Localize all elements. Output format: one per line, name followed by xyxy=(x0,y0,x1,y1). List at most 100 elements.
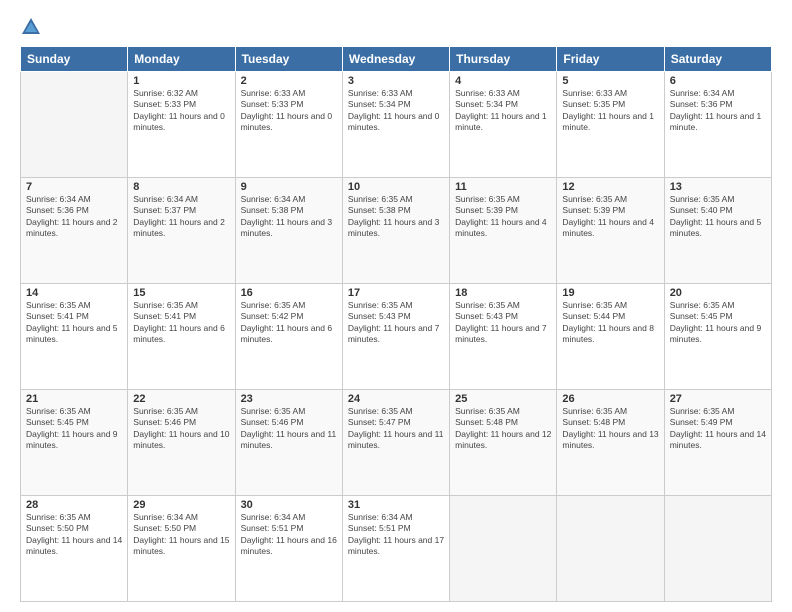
day-detail: Sunrise: 6:34 AMSunset: 5:51 PMDaylight:… xyxy=(241,512,337,558)
day-detail: Sunrise: 6:35 AMSunset: 5:47 PMDaylight:… xyxy=(348,406,444,452)
calendar-cell: 16Sunrise: 6:35 AMSunset: 5:42 PMDayligh… xyxy=(235,284,342,390)
calendar-cell: 3Sunrise: 6:33 AMSunset: 5:34 PMDaylight… xyxy=(342,72,449,178)
calendar-cell: 23Sunrise: 6:35 AMSunset: 5:46 PMDayligh… xyxy=(235,390,342,496)
calendar-cell: 15Sunrise: 6:35 AMSunset: 5:41 PMDayligh… xyxy=(128,284,235,390)
header-day: Sunday xyxy=(21,47,128,72)
day-detail: Sunrise: 6:35 AMSunset: 5:48 PMDaylight:… xyxy=(455,406,551,452)
day-number: 21 xyxy=(26,393,122,405)
calendar-cell: 30Sunrise: 6:34 AMSunset: 5:51 PMDayligh… xyxy=(235,496,342,602)
day-number: 20 xyxy=(670,287,766,299)
header xyxy=(20,16,772,38)
header-day: Saturday xyxy=(664,47,771,72)
day-number: 10 xyxy=(348,181,444,193)
calendar-cell xyxy=(21,72,128,178)
day-number: 2 xyxy=(241,75,337,87)
week-row: 28Sunrise: 6:35 AMSunset: 5:50 PMDayligh… xyxy=(21,496,772,602)
logo-icon xyxy=(20,16,42,38)
day-detail: Sunrise: 6:35 AMSunset: 5:41 PMDaylight:… xyxy=(26,300,122,346)
day-detail: Sunrise: 6:35 AMSunset: 5:41 PMDaylight:… xyxy=(133,300,229,346)
week-row: 1Sunrise: 6:32 AMSunset: 5:33 PMDaylight… xyxy=(21,72,772,178)
calendar-cell: 2Sunrise: 6:33 AMSunset: 5:33 PMDaylight… xyxy=(235,72,342,178)
day-number: 4 xyxy=(455,75,551,87)
day-detail: Sunrise: 6:35 AMSunset: 5:39 PMDaylight:… xyxy=(455,194,551,240)
day-detail: Sunrise: 6:35 AMSunset: 5:48 PMDaylight:… xyxy=(562,406,658,452)
calendar-cell: 29Sunrise: 6:34 AMSunset: 5:50 PMDayligh… xyxy=(128,496,235,602)
day-detail: Sunrise: 6:33 AMSunset: 5:33 PMDaylight:… xyxy=(241,88,337,134)
page: SundayMondayTuesdayWednesdayThursdayFrid… xyxy=(0,0,792,612)
day-detail: Sunrise: 6:35 AMSunset: 5:38 PMDaylight:… xyxy=(348,194,444,240)
week-row: 7Sunrise: 6:34 AMSunset: 5:36 PMDaylight… xyxy=(21,178,772,284)
day-number: 9 xyxy=(241,181,337,193)
calendar-table: SundayMondayTuesdayWednesdayThursdayFrid… xyxy=(20,46,772,602)
day-number: 17 xyxy=(348,287,444,299)
calendar-cell: 25Sunrise: 6:35 AMSunset: 5:48 PMDayligh… xyxy=(450,390,557,496)
calendar-cell: 24Sunrise: 6:35 AMSunset: 5:47 PMDayligh… xyxy=(342,390,449,496)
calendar-cell: 20Sunrise: 6:35 AMSunset: 5:45 PMDayligh… xyxy=(664,284,771,390)
header-day: Thursday xyxy=(450,47,557,72)
day-detail: Sunrise: 6:35 AMSunset: 5:45 PMDaylight:… xyxy=(26,406,122,452)
week-row: 21Sunrise: 6:35 AMSunset: 5:45 PMDayligh… xyxy=(21,390,772,496)
header-day: Monday xyxy=(128,47,235,72)
day-detail: Sunrise: 6:35 AMSunset: 5:39 PMDaylight:… xyxy=(562,194,658,240)
day-number: 11 xyxy=(455,181,551,193)
day-number: 14 xyxy=(26,287,122,299)
day-detail: Sunrise: 6:34 AMSunset: 5:36 PMDaylight:… xyxy=(26,194,122,240)
day-detail: Sunrise: 6:35 AMSunset: 5:43 PMDaylight:… xyxy=(348,300,444,346)
day-detail: Sunrise: 6:32 AMSunset: 5:33 PMDaylight:… xyxy=(133,88,229,134)
day-number: 22 xyxy=(133,393,229,405)
day-detail: Sunrise: 6:34 AMSunset: 5:51 PMDaylight:… xyxy=(348,512,444,558)
day-detail: Sunrise: 6:34 AMSunset: 5:37 PMDaylight:… xyxy=(133,194,229,240)
calendar-cell: 12Sunrise: 6:35 AMSunset: 5:39 PMDayligh… xyxy=(557,178,664,284)
calendar-cell: 17Sunrise: 6:35 AMSunset: 5:43 PMDayligh… xyxy=(342,284,449,390)
day-detail: Sunrise: 6:35 AMSunset: 5:40 PMDaylight:… xyxy=(670,194,766,240)
calendar-cell: 22Sunrise: 6:35 AMSunset: 5:46 PMDayligh… xyxy=(128,390,235,496)
day-detail: Sunrise: 6:35 AMSunset: 5:42 PMDaylight:… xyxy=(241,300,337,346)
calendar-cell: 31Sunrise: 6:34 AMSunset: 5:51 PMDayligh… xyxy=(342,496,449,602)
day-number: 31 xyxy=(348,499,444,511)
day-number: 8 xyxy=(133,181,229,193)
day-number: 30 xyxy=(241,499,337,511)
day-detail: Sunrise: 6:33 AMSunset: 5:34 PMDaylight:… xyxy=(348,88,444,134)
day-number: 3 xyxy=(348,75,444,87)
calendar-cell: 7Sunrise: 6:34 AMSunset: 5:36 PMDaylight… xyxy=(21,178,128,284)
day-number: 27 xyxy=(670,393,766,405)
calendar-cell: 4Sunrise: 6:33 AMSunset: 5:34 PMDaylight… xyxy=(450,72,557,178)
calendar-cell: 10Sunrise: 6:35 AMSunset: 5:38 PMDayligh… xyxy=(342,178,449,284)
calendar-cell xyxy=(664,496,771,602)
day-detail: Sunrise: 6:34 AMSunset: 5:38 PMDaylight:… xyxy=(241,194,337,240)
day-number: 16 xyxy=(241,287,337,299)
calendar-cell: 27Sunrise: 6:35 AMSunset: 5:49 PMDayligh… xyxy=(664,390,771,496)
day-detail: Sunrise: 6:34 AMSunset: 5:50 PMDaylight:… xyxy=(133,512,229,558)
calendar-cell: 18Sunrise: 6:35 AMSunset: 5:43 PMDayligh… xyxy=(450,284,557,390)
calendar-cell: 26Sunrise: 6:35 AMSunset: 5:48 PMDayligh… xyxy=(557,390,664,496)
day-number: 25 xyxy=(455,393,551,405)
day-number: 29 xyxy=(133,499,229,511)
day-detail: Sunrise: 6:35 AMSunset: 5:45 PMDaylight:… xyxy=(670,300,766,346)
day-number: 26 xyxy=(562,393,658,405)
calendar-cell: 8Sunrise: 6:34 AMSunset: 5:37 PMDaylight… xyxy=(128,178,235,284)
calendar-cell: 13Sunrise: 6:35 AMSunset: 5:40 PMDayligh… xyxy=(664,178,771,284)
calendar-cell: 6Sunrise: 6:34 AMSunset: 5:36 PMDaylight… xyxy=(664,72,771,178)
day-detail: Sunrise: 6:33 AMSunset: 5:35 PMDaylight:… xyxy=(562,88,658,134)
header-day: Friday xyxy=(557,47,664,72)
day-number: 18 xyxy=(455,287,551,299)
day-number: 5 xyxy=(562,75,658,87)
calendar-cell: 9Sunrise: 6:34 AMSunset: 5:38 PMDaylight… xyxy=(235,178,342,284)
calendar-cell: 19Sunrise: 6:35 AMSunset: 5:44 PMDayligh… xyxy=(557,284,664,390)
header-row: SundayMondayTuesdayWednesdayThursdayFrid… xyxy=(21,47,772,72)
header-day: Wednesday xyxy=(342,47,449,72)
logo xyxy=(20,16,46,38)
day-detail: Sunrise: 6:35 AMSunset: 5:50 PMDaylight:… xyxy=(26,512,122,558)
calendar-cell: 11Sunrise: 6:35 AMSunset: 5:39 PMDayligh… xyxy=(450,178,557,284)
day-detail: Sunrise: 6:35 AMSunset: 5:44 PMDaylight:… xyxy=(562,300,658,346)
day-number: 15 xyxy=(133,287,229,299)
day-detail: Sunrise: 6:33 AMSunset: 5:34 PMDaylight:… xyxy=(455,88,551,134)
header-day: Tuesday xyxy=(235,47,342,72)
calendar-cell: 1Sunrise: 6:32 AMSunset: 5:33 PMDaylight… xyxy=(128,72,235,178)
calendar-cell xyxy=(557,496,664,602)
week-row: 14Sunrise: 6:35 AMSunset: 5:41 PMDayligh… xyxy=(21,284,772,390)
day-number: 6 xyxy=(670,75,766,87)
calendar-cell: 21Sunrise: 6:35 AMSunset: 5:45 PMDayligh… xyxy=(21,390,128,496)
day-number: 23 xyxy=(241,393,337,405)
day-detail: Sunrise: 6:35 AMSunset: 5:46 PMDaylight:… xyxy=(241,406,337,452)
